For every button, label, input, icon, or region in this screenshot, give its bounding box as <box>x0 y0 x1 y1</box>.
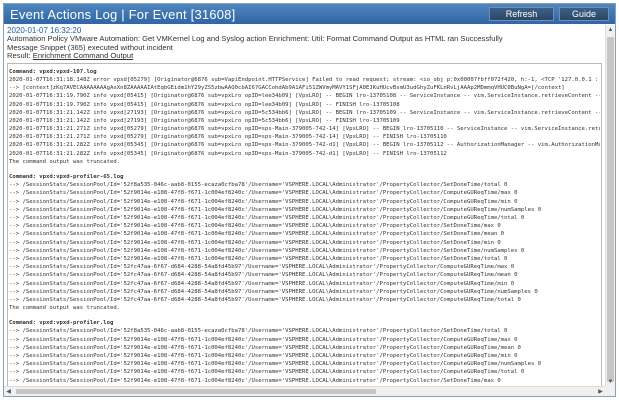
truncated-notice: The command output was truncated. <box>9 158 121 165</box>
scroll-left-arrow-icon[interactable]: ◀ <box>4 387 13 396</box>
horizontal-scroll-thumb[interactable] <box>16 389 376 394</box>
enrichment-command-output-link[interactable]: Enrichment Command Output <box>33 51 133 60</box>
log-line: 2020-01-07T16:31:21.271Z info vpxd[05279… <box>9 134 447 141</box>
log-line: --> /SessionStats/SessionPool/Id='52f8a5… <box>9 182 508 189</box>
command-heading: Command: vpxd:vpxd-107.log <box>9 68 97 75</box>
scrollbar-corner <box>605 386 615 396</box>
log-line: --> /SessionStats/SessionPool/Id='52f901… <box>9 353 518 360</box>
log-line: --> /SessionStats/SessionPool/Id='52f901… <box>9 231 505 238</box>
log-line: --> /SessionStats/SessionPool/Id='52f901… <box>9 369 525 376</box>
log-line: --> [context]zKq7AVECAAAAAAAAgAxXn8ZAAAA… <box>9 85 565 92</box>
command-heading: Command: vpxd:vpxd-profiler-65.log <box>9 174 124 181</box>
event-actions-log-window: Event Actions Log | For Event [31608] Re… <box>3 3 616 397</box>
log-line: 2020-01-07T16:31:21.142Z info vpxd[27193… <box>9 117 400 124</box>
log-line: --> /SessionStats/SessionPool/Id='52f901… <box>9 223 501 230</box>
result-line: Result: Enrichment Command Output <box>7 51 602 61</box>
vertical-scroll-thumb[interactable] <box>607 37 614 382</box>
log-line: --> /SessionStats/SessionPool/Id='52f901… <box>9 239 501 246</box>
refresh-button[interactable]: Refresh <box>489 7 554 21</box>
log-line: --> /SessionStats/SessionPool/Id='52f901… <box>9 377 501 384</box>
log-line: --> /SessionStats/SessionPool/Id='52fc47… <box>9 272 518 279</box>
log-line: --> /SessionStats/SessionPool/Id='52f901… <box>9 206 542 213</box>
scroll-down-arrow-icon[interactable]: ▼ <box>606 377 615 386</box>
log-line: --> /SessionStats/SessionPool/Id='52f901… <box>9 198 518 205</box>
log-line: --> /SessionStats/SessionPool/Id='52fc47… <box>9 280 515 287</box>
log-line: --> /SessionStats/SessionPool/Id='52fc47… <box>9 288 538 295</box>
window-title: Event Actions Log | For Event [31608] <box>10 6 236 22</box>
scroll-right-arrow-icon[interactable]: ▶ <box>596 387 605 396</box>
log-line: --> /SessionStats/SessionPool/Id='52f8a5… <box>9 328 508 335</box>
log-line: --> /SessionStats/SessionPool/Id='52f901… <box>9 190 518 197</box>
log-line: 2020-01-07T16:31:19.790Z info vpxd[05415… <box>9 93 600 100</box>
scroll-up-arrow-icon[interactable]: ▲ <box>606 25 615 34</box>
log-line: 2020-01-07T16:31:18.148Z error vpxd[0527… <box>9 76 600 83</box>
log-line: --> /SessionStats/SessionPool/Id='52f901… <box>9 344 521 351</box>
log-line: 2020-01-07T16:31:21.271Z info vpxd[05279… <box>9 126 600 133</box>
log-line: --> /SessionStats/SessionPool/Id='52fc47… <box>9 264 515 271</box>
log-line: 2020-01-07T16:31:21.282Z info vpxd[05345… <box>9 150 447 157</box>
truncated-notice: The command output was truncated. <box>9 305 121 312</box>
log-line: 2020-01-07T16:31:21.282Z info vpxd[05345… <box>9 142 600 149</box>
log-line: 2020-01-07T16:31:21.142Z info vpxd[27193… <box>9 109 600 116</box>
title-bar: Event Actions Log | For Event [31608] Re… <box>4 4 615 24</box>
vertical-scrollbar[interactable]: ▲ ▼ <box>605 25 615 386</box>
log-line: --> /SessionStats/SessionPool/Id='52f901… <box>9 361 542 368</box>
command-heading: Command: vpxd:vpxd-profiler.log <box>9 320 114 327</box>
log-line: --> /SessionStats/SessionPool/Id='52f901… <box>9 336 518 343</box>
log-content[interactable]: 2020-01-07 16:32:20 Automation Policy VM… <box>4 25 605 386</box>
log-line: 2020-01-07T16:31:19.790Z info vpxd[05415… <box>9 101 400 108</box>
log-line: --> /SessionStats/SessionPool/Id='52f901… <box>9 255 508 262</box>
result-label: Result: <box>7 51 33 61</box>
horizontal-scrollbar[interactable]: ◀ ▶ <box>4 386 605 396</box>
command-output-box: Command: vpxd:vpxd-107.log 2020-01-07T16:… <box>7 62 602 386</box>
log-line: --> /SessionStats/SessionPool/Id='52f901… <box>9 215 525 222</box>
log-line: --> /SessionStats/SessionPool/Id='52f901… <box>9 247 525 254</box>
guide-button[interactable]: Guide <box>559 7 609 21</box>
log-line: --> /SessionStats/SessionPool/Id='52fc47… <box>9 296 521 303</box>
